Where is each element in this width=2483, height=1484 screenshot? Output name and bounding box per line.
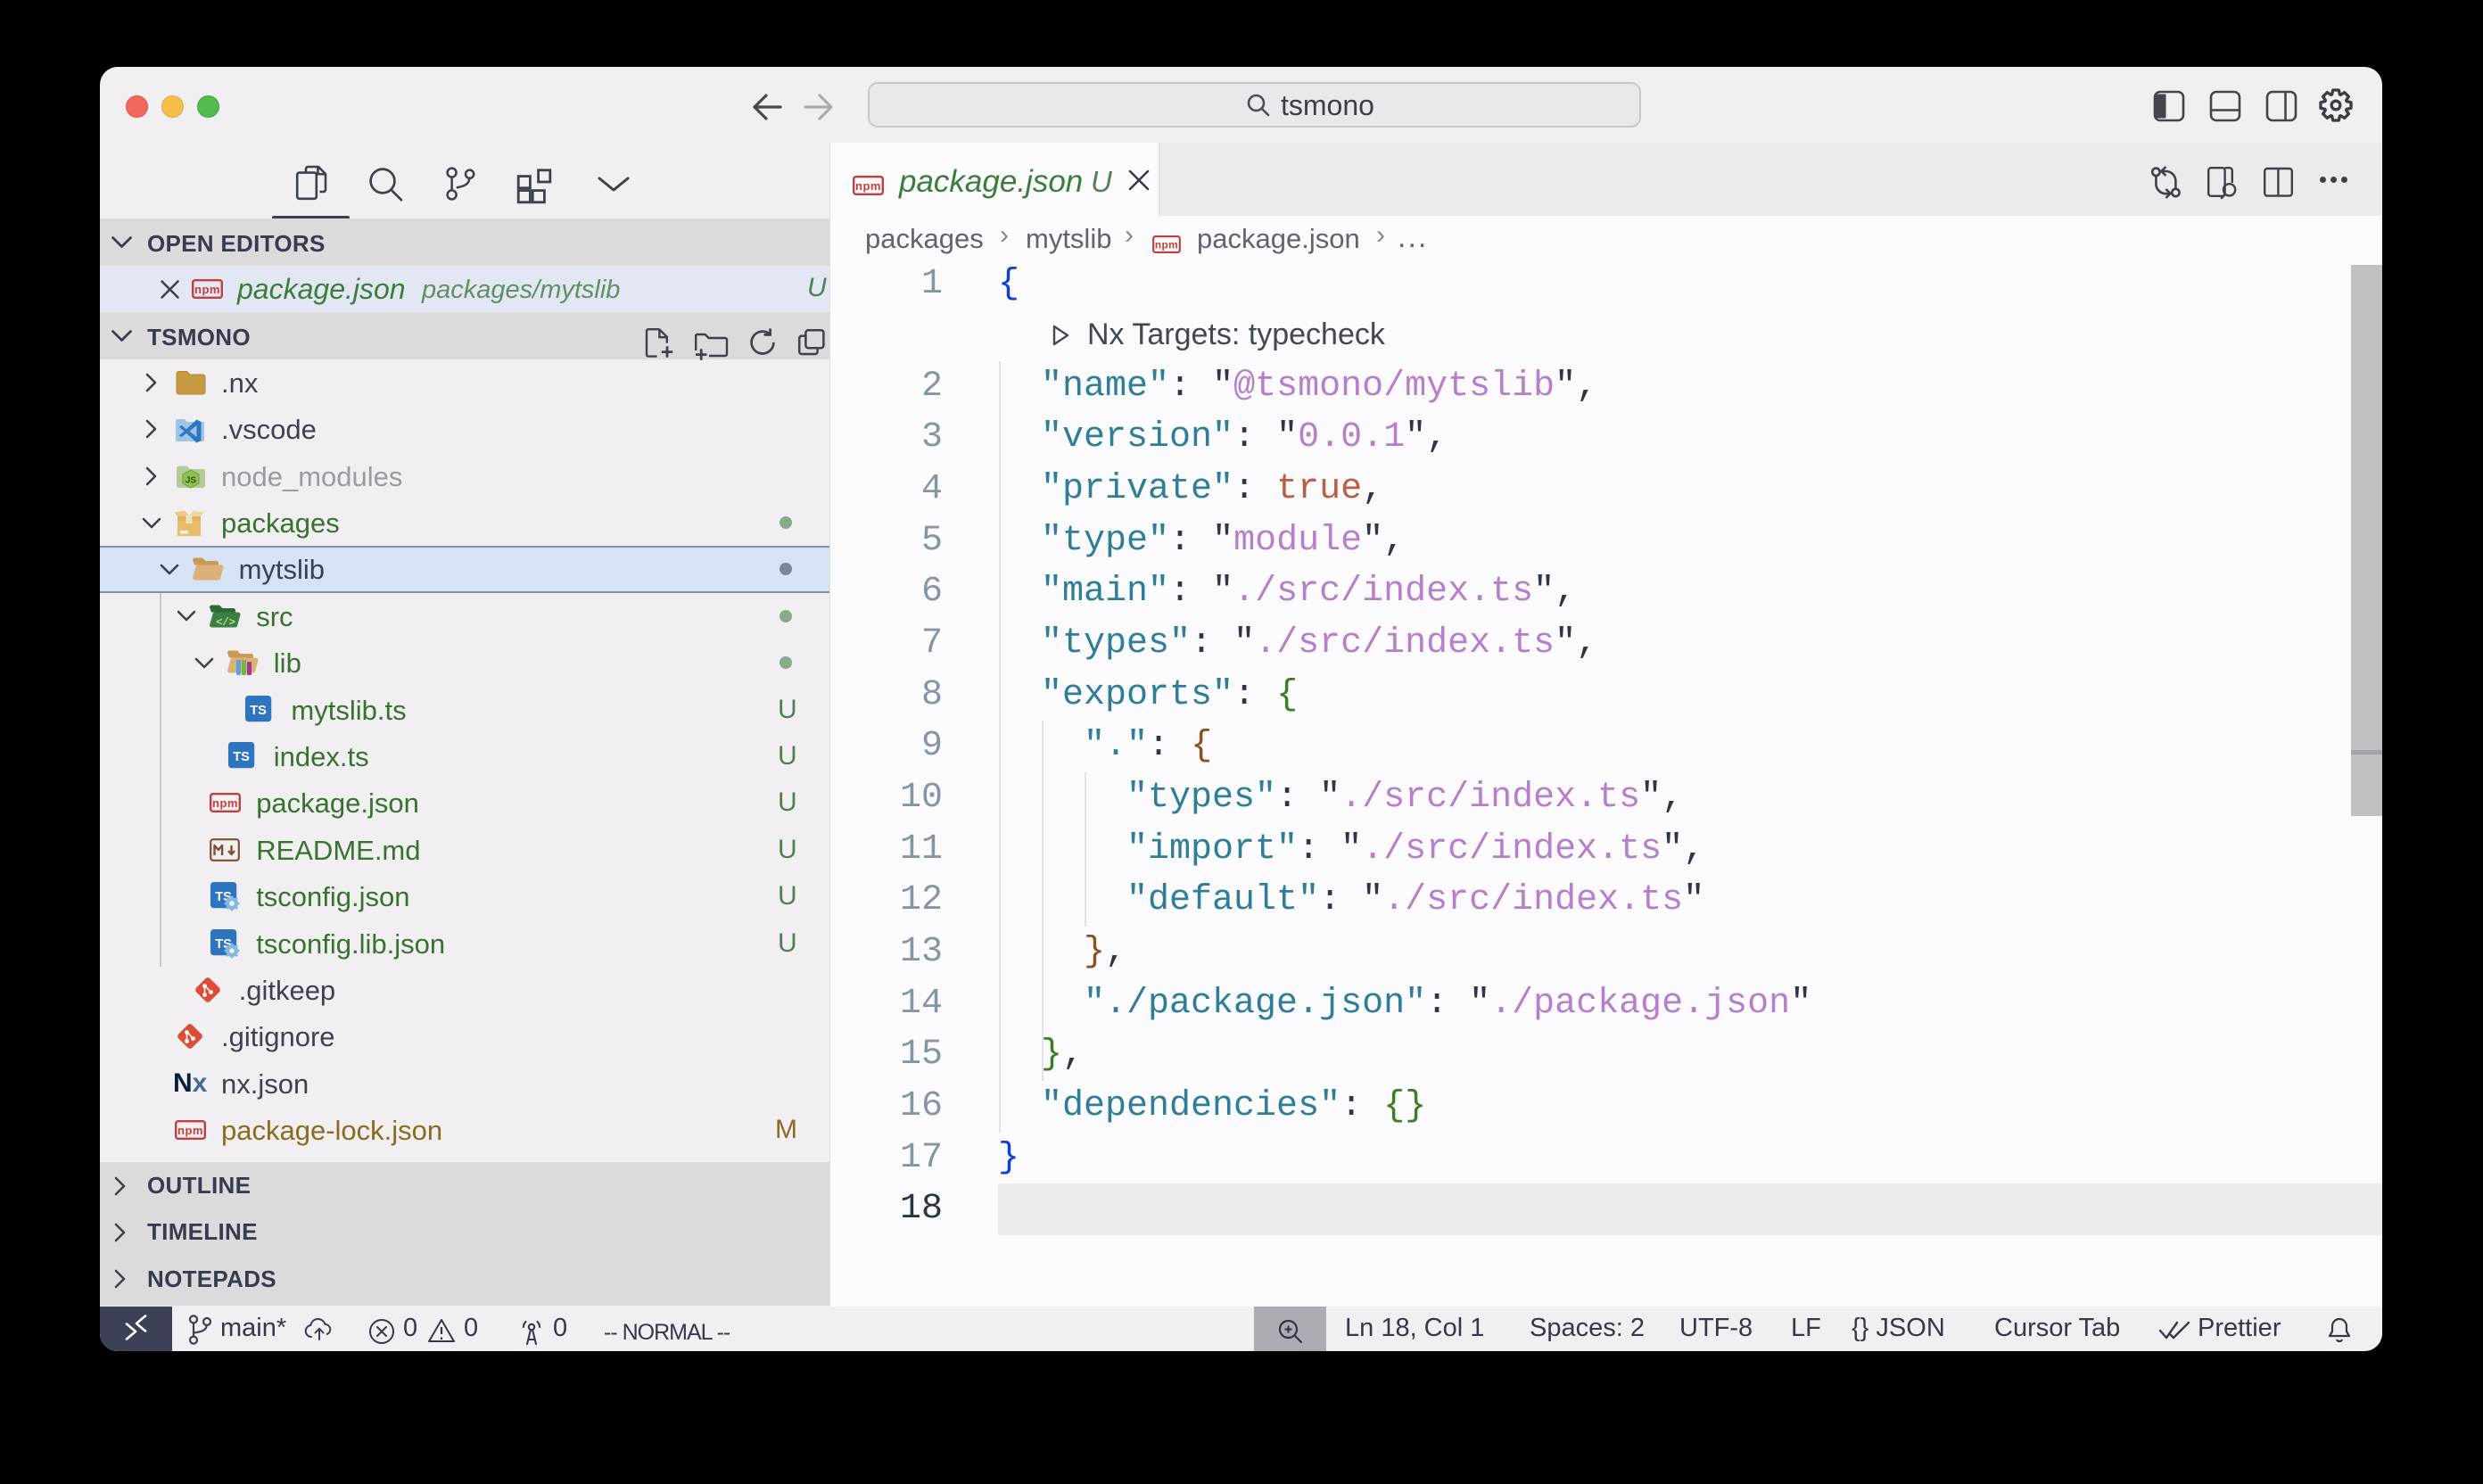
svg-text:TS: TS	[251, 704, 268, 718]
svg-text:npm: npm	[1155, 239, 1178, 251]
svg-text:JS: JS	[186, 475, 197, 485]
svg-text:</>: </>	[216, 616, 235, 629]
svg-text:npm: npm	[212, 796, 238, 810]
svg-text:TS: TS	[233, 750, 250, 764]
svg-text:npm: npm	[177, 1124, 203, 1137]
svg-text:npm: npm	[855, 179, 881, 193]
svg-text:npm: npm	[194, 283, 220, 296]
